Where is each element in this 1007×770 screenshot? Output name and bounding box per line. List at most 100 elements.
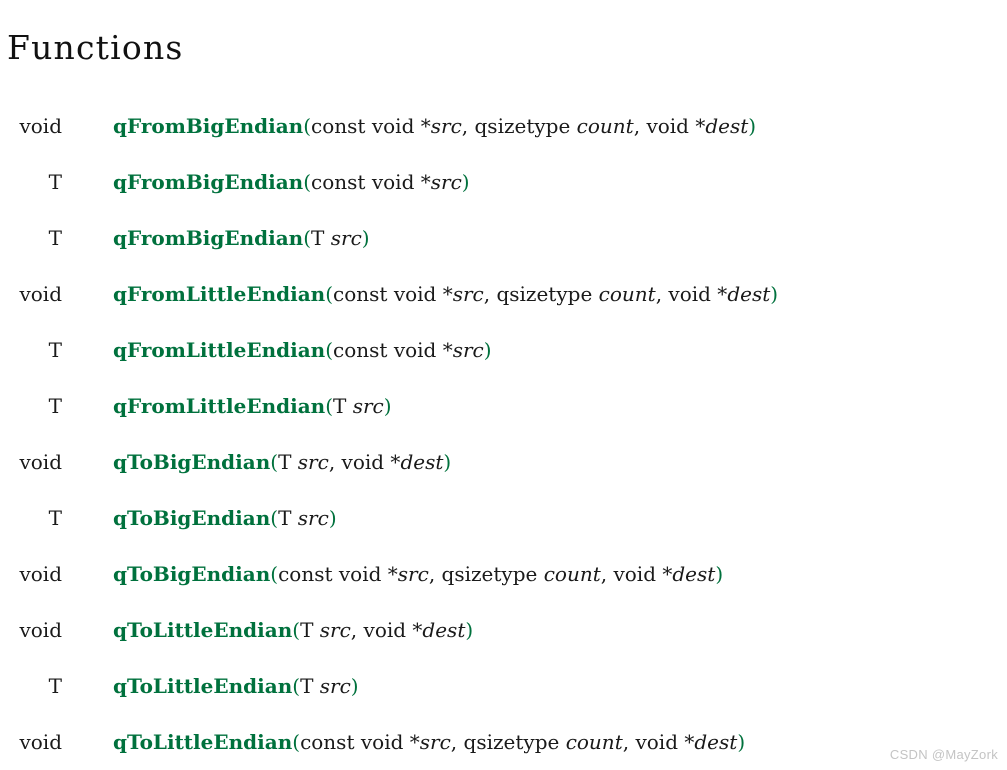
open-paren: ( — [270, 450, 279, 474]
close-paren: ) — [770, 282, 779, 306]
function-link-qToBigEndian[interactable]: qToBigEndian — [113, 562, 270, 586]
function-link-qFromLittleEndian[interactable]: qFromLittleEndian — [113, 282, 325, 306]
function-parameters: const void *src, qsizetype count, void *… — [311, 114, 749, 138]
fn-param-name: dest — [422, 618, 466, 642]
function-signature: qToBigEndian(T src, void *dest) — [62, 434, 1007, 490]
function-row: TqFromLittleEndian(const void *src) — [0, 322, 1007, 378]
function-parameters: const void *src, qsizetype count, void *… — [333, 282, 771, 306]
function-link-qFromLittleEndian[interactable]: qFromLittleEndian — [113, 338, 325, 362]
close-paren: ) — [350, 674, 359, 698]
fn-param-name: src — [319, 618, 351, 642]
function-signature: qToLittleEndian(T src, void *dest) — [62, 602, 1007, 658]
function-parameters: const void *src — [311, 170, 462, 194]
fn-param-name: src — [352, 394, 384, 418]
close-paren: ) — [361, 226, 370, 250]
function-return-type: void — [19, 114, 62, 138]
function-return-type: void — [19, 450, 62, 474]
fn-param-name: src — [430, 170, 462, 194]
function-signature: qToBigEndian(const void *src, qsizetype … — [62, 546, 1007, 602]
fn-param-name: src — [430, 114, 462, 138]
function-row: TqToLittleEndian(T src) — [0, 658, 1007, 714]
function-row: TqToBigEndian(T src) — [0, 490, 1007, 546]
functions-page: Functions void qFromBigEndian(const void … — [0, 0, 1007, 768]
function-signature: qFromBigEndian(const void *src, qsizetyp… — [62, 98, 1007, 154]
function-return-type: T — [48, 674, 62, 698]
function-return-type: T — [48, 338, 62, 362]
function-parameters: T src — [300, 674, 351, 698]
function-signature: qToLittleEndian(const void *src, qsizety… — [62, 714, 1007, 770]
fn-param-name: dest — [705, 114, 749, 138]
watermark: CSDN @MayZork — [889, 747, 998, 762]
fn-param-name: count — [565, 730, 623, 754]
fn-param-name: src — [452, 338, 484, 362]
fn-param-name: src — [419, 730, 451, 754]
fn-param-name: count — [543, 562, 601, 586]
function-link-qFromBigEndian[interactable]: qFromBigEndian — [113, 170, 303, 194]
function-link-qFromBigEndian[interactable]: qFromBigEndian — [113, 226, 303, 250]
open-paren: ( — [303, 170, 312, 194]
function-link-qToLittleEndian[interactable]: qToLittleEndian — [113, 674, 292, 698]
function-parameters: T src, void *dest — [278, 450, 444, 474]
fn-param-name: src — [452, 282, 484, 306]
close-paren: ) — [737, 730, 746, 754]
close-paren: ) — [461, 170, 470, 194]
functions-table-body: void qFromBigEndian(const void *src, qsiz… — [0, 98, 1007, 770]
function-signature: qToLittleEndian(T src) — [62, 658, 1007, 714]
function-signature: qFromBigEndian(T src) — [62, 210, 1007, 266]
close-paren: ) — [465, 618, 474, 642]
function-parameters: const void *src, qsizetype count, void *… — [300, 730, 738, 754]
page-title: Functions — [7, 28, 184, 68]
open-paren: ( — [325, 338, 334, 362]
function-link-qFromLittleEndian[interactable]: qFromLittleEndian — [113, 394, 325, 418]
fn-param-name: src — [330, 226, 362, 250]
function-parameters: const void *src — [333, 338, 484, 362]
function-link-qFromBigEndian[interactable]: qFromBigEndian — [113, 114, 303, 138]
fn-param-name: src — [319, 674, 351, 698]
function-row: void qToBigEndian(const void *src, qsizet… — [0, 546, 1007, 602]
function-row: TqFromBigEndian(const void *src) — [0, 154, 1007, 210]
fn-param-name: src — [297, 450, 329, 474]
open-paren: ( — [303, 114, 312, 138]
fn-param-name: count — [598, 282, 656, 306]
open-paren: ( — [292, 730, 301, 754]
function-signature: qFromLittleEndian(const void *src, qsize… — [62, 266, 1007, 322]
function-return-type: T — [48, 506, 62, 530]
open-paren: ( — [270, 506, 279, 530]
function-link-qToLittleEndian[interactable]: qToLittleEndian — [113, 618, 292, 642]
close-paren: ) — [715, 562, 724, 586]
fn-param-name: src — [397, 562, 429, 586]
close-paren: ) — [328, 506, 337, 530]
fn-param-name: count — [576, 114, 634, 138]
function-parameters: const void *src, qsizetype count, void *… — [278, 562, 716, 586]
close-paren: ) — [443, 450, 452, 474]
fn-param-name: dest — [400, 450, 444, 474]
function-link-qToBigEndian[interactable]: qToBigEndian — [113, 506, 270, 530]
fn-param-name: dest — [694, 730, 738, 754]
function-row: void qFromBigEndian(const void *src, qsiz… — [0, 98, 1007, 154]
function-parameters: T src — [311, 226, 362, 250]
function-signature: qToBigEndian(T src) — [62, 490, 1007, 546]
function-return-type: T — [48, 394, 62, 418]
fn-param-name: dest — [672, 562, 716, 586]
fn-param-name: src — [297, 506, 329, 530]
function-row: void qToLittleEndian(T src, void *dest) — [0, 602, 1007, 658]
function-return-type: T — [48, 226, 62, 250]
function-row: void qFromLittleEndian(const void *src, q… — [0, 266, 1007, 322]
open-paren: ( — [303, 226, 312, 250]
function-link-qToLittleEndian[interactable]: qToLittleEndian — [113, 730, 292, 754]
fn-param-name: dest — [727, 282, 771, 306]
close-paren: ) — [483, 338, 492, 362]
function-return-type: void — [19, 562, 62, 586]
function-link-qToBigEndian[interactable]: qToBigEndian — [113, 450, 270, 474]
function-row: void qToBigEndian(T src, void *dest) — [0, 434, 1007, 490]
open-paren: ( — [325, 282, 334, 306]
function-parameters: T src, void *dest — [300, 618, 466, 642]
function-row: TqFromLittleEndian(T src) — [0, 378, 1007, 434]
open-paren: ( — [292, 618, 301, 642]
close-paren: ) — [748, 114, 757, 138]
function-return-type: void — [19, 730, 62, 754]
function-row: TqFromBigEndian(T src) — [0, 210, 1007, 266]
function-return-type: void — [19, 618, 62, 642]
functions-table: void qFromBigEndian(const void *src, qsiz… — [0, 98, 1007, 770]
open-paren: ( — [325, 394, 334, 418]
